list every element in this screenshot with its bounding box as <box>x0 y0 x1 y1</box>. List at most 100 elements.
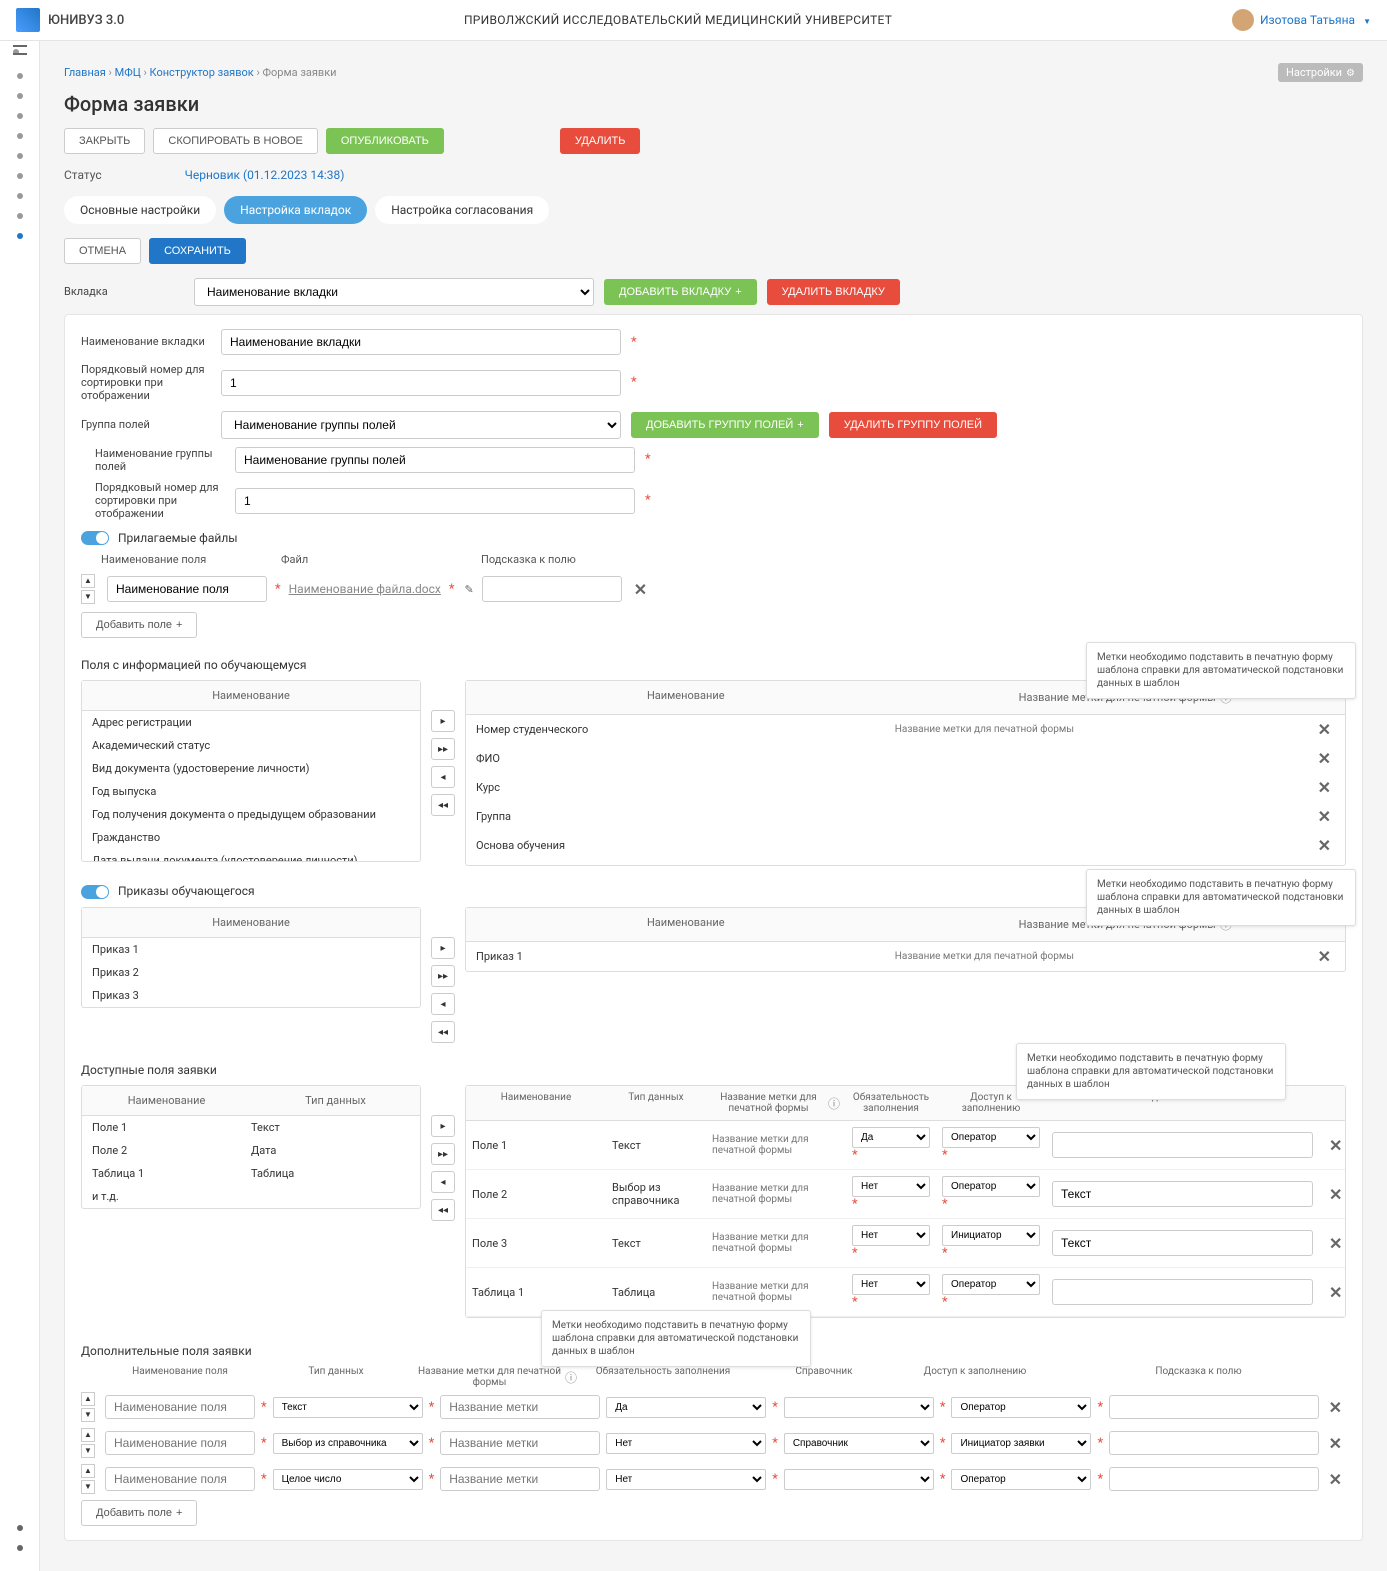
required-select[interactable]: Нет <box>852 1225 930 1246</box>
close-button[interactable]: ЗАКРЫТЬ <box>64 128 145 154</box>
name-input[interactable] <box>105 1431 255 1455</box>
info-icon[interactable] <box>828 1095 840 1112</box>
hint-input[interactable] <box>1052 1230 1313 1256</box>
access-select[interactable]: Оператор <box>951 1469 1091 1490</box>
info-icon[interactable] <box>565 1369 577 1386</box>
remove-button[interactable]: ✕ <box>1314 749 1335 768</box>
copy-button[interactable]: СКОПИРОВАТЬ В НОВОЕ <box>153 128 317 154</box>
add-group-button[interactable]: ДОБАВИТЬ ГРУППУ ПОЛЕЙ + <box>631 412 819 438</box>
nav-dot[interactable] <box>17 133 23 139</box>
tab-order-input[interactable] <box>221 370 621 396</box>
user-menu[interactable]: Изотова Татьяна <box>1232 9 1371 31</box>
remove-button[interactable]: ✕ <box>1325 1470 1346 1489</box>
move-down-button[interactable]: ▼ <box>81 1444 95 1458</box>
move-up-button[interactable]: ▲ <box>81 1464 95 1478</box>
list-item[interactable]: Поле 1Текст <box>82 1116 420 1139</box>
settings-icon[interactable] <box>17 1545 23 1551</box>
move-up-button[interactable]: ▲ <box>81 574 95 588</box>
required-select[interactable]: Да <box>606 1397 766 1418</box>
remove-button[interactable]: ✕ <box>1325 1434 1346 1453</box>
move-left-button[interactable]: ◂ <box>431 766 455 788</box>
move-right-all-button[interactable]: ▸▸ <box>431 1143 455 1165</box>
move-up-button[interactable]: ▲ <box>81 1428 95 1442</box>
nav-dot[interactable] <box>17 93 23 99</box>
move-right-all-button[interactable]: ▸▸ <box>431 738 455 760</box>
edit-icon[interactable] <box>462 582 473 596</box>
label-input[interactable] <box>440 1467 600 1491</box>
type-select[interactable]: Текст <box>273 1397 423 1418</box>
list-item[interactable]: Дата выдачи документа (удостоверение лич… <box>82 849 420 861</box>
tab-select[interactable]: Наименование вкладки <box>194 278 594 306</box>
hint-input[interactable] <box>1052 1181 1313 1207</box>
remove-button[interactable]: ✕ <box>1325 1398 1346 1417</box>
attach-toggle[interactable] <box>81 531 109 545</box>
attach-file-link[interactable]: Наименование файла.docx <box>289 582 441 596</box>
list-item[interactable]: Вид документа (удостоверение личности) <box>82 757 420 780</box>
access-select[interactable]: Инициатор заявки <box>951 1433 1091 1454</box>
list-item[interactable]: Адрес регистрации <box>82 711 420 734</box>
ref-select[interactable] <box>784 1397 934 1418</box>
nav-dot[interactable] <box>17 113 23 119</box>
remove-button[interactable]: ✕ <box>1325 1136 1346 1155</box>
list-item[interactable]: Поле 2Дата <box>82 1139 420 1162</box>
label-input[interactable] <box>440 1431 600 1455</box>
move-left-button[interactable]: ◂ <box>431 1171 455 1193</box>
remove-button[interactable]: ✕ <box>1314 947 1335 966</box>
name-input[interactable] <box>105 1467 255 1491</box>
hint-input[interactable] <box>1109 1467 1319 1491</box>
delete-group-button[interactable]: УДАЛИТЬ ГРУППУ ПОЛЕЙ <box>829 412 997 438</box>
delete-tab-button[interactable]: УДАЛИТЬ ВКЛАДКУ <box>767 279 900 305</box>
hint-input[interactable] <box>1109 1431 1319 1455</box>
delete-button[interactable]: УДАЛИТЬ <box>560 128 641 154</box>
move-down-button[interactable]: ▼ <box>81 590 95 604</box>
list-item[interactable]: Год получения документа о предыдущем обр… <box>82 803 420 826</box>
required-select[interactable]: Нет <box>606 1469 766 1490</box>
access-select[interactable]: Оператор <box>942 1274 1040 1295</box>
nav-dot[interactable] <box>17 153 23 159</box>
nav-dot[interactable] <box>17 213 23 219</box>
breadcrumb-mfc[interactable]: МФЦ <box>115 66 141 79</box>
list-item[interactable]: Приказ 3 <box>82 984 420 1007</box>
remove-button[interactable]: ✕ <box>1325 1283 1346 1302</box>
tab-main[interactable]: Основные настройки <box>64 196 216 224</box>
move-right-button[interactable]: ▸ <box>431 710 455 732</box>
ref-select[interactable] <box>784 1469 934 1490</box>
tab-approval[interactable]: Настройка согласования <box>375 196 549 224</box>
remove-button[interactable]: ✕ <box>1314 807 1335 826</box>
nav-dot-active[interactable] <box>17 233 23 239</box>
name-input[interactable] <box>105 1395 255 1419</box>
type-select[interactable]: Выбор из справочника <box>273 1433 423 1454</box>
required-select[interactable]: Нет <box>852 1176 930 1197</box>
list-item[interactable]: Гражданство <box>82 826 420 849</box>
list-item[interactable]: и т.д. <box>82 1185 420 1208</box>
move-left-all-button[interactable]: ◂◂ <box>431 1199 455 1221</box>
required-select[interactable]: Нет <box>606 1433 766 1454</box>
tab-tabs[interactable]: Настройка вкладок <box>224 196 367 224</box>
nav-dot[interactable] <box>17 173 23 179</box>
remove-button[interactable]: ✕ <box>1325 1185 1346 1204</box>
group-order-input[interactable] <box>235 488 635 514</box>
add-tab-button[interactable]: ДОБАВИТЬ ВКЛАДКУ + <box>604 279 757 305</box>
breadcrumb-home[interactable]: Главная <box>64 66 106 79</box>
remove-button[interactable]: ✕ <box>1325 1234 1346 1253</box>
menu-icon[interactable] <box>13 49 27 59</box>
remove-attach-button[interactable]: ✕ <box>630 580 651 599</box>
group-select[interactable]: Наименование группы полей <box>221 411 621 439</box>
settings-button[interactable]: Настройки <box>1278 63 1363 82</box>
type-select[interactable]: Целое число <box>273 1469 423 1490</box>
label-input[interactable] <box>440 1395 600 1419</box>
attach-name-input[interactable] <box>107 576 267 602</box>
move-down-button[interactable]: ▼ <box>81 1480 95 1494</box>
orders-toggle[interactable] <box>81 885 109 899</box>
attach-hint-input[interactable] <box>482 576 622 602</box>
ref-select[interactable]: Справочник <box>784 1433 934 1454</box>
move-right-button[interactable]: ▸ <box>431 1115 455 1137</box>
move-left-button[interactable]: ◂ <box>431 993 455 1015</box>
access-select[interactable]: Инициатор <box>942 1225 1040 1246</box>
list-item[interactable]: Приказ 2 <box>82 961 420 984</box>
move-right-button[interactable]: ▸ <box>431 937 455 959</box>
list-item[interactable]: Академический статус <box>82 734 420 757</box>
move-left-all-button[interactable]: ◂◂ <box>431 794 455 816</box>
hint-input[interactable] <box>1052 1279 1313 1305</box>
access-select[interactable]: Оператор <box>942 1176 1040 1197</box>
